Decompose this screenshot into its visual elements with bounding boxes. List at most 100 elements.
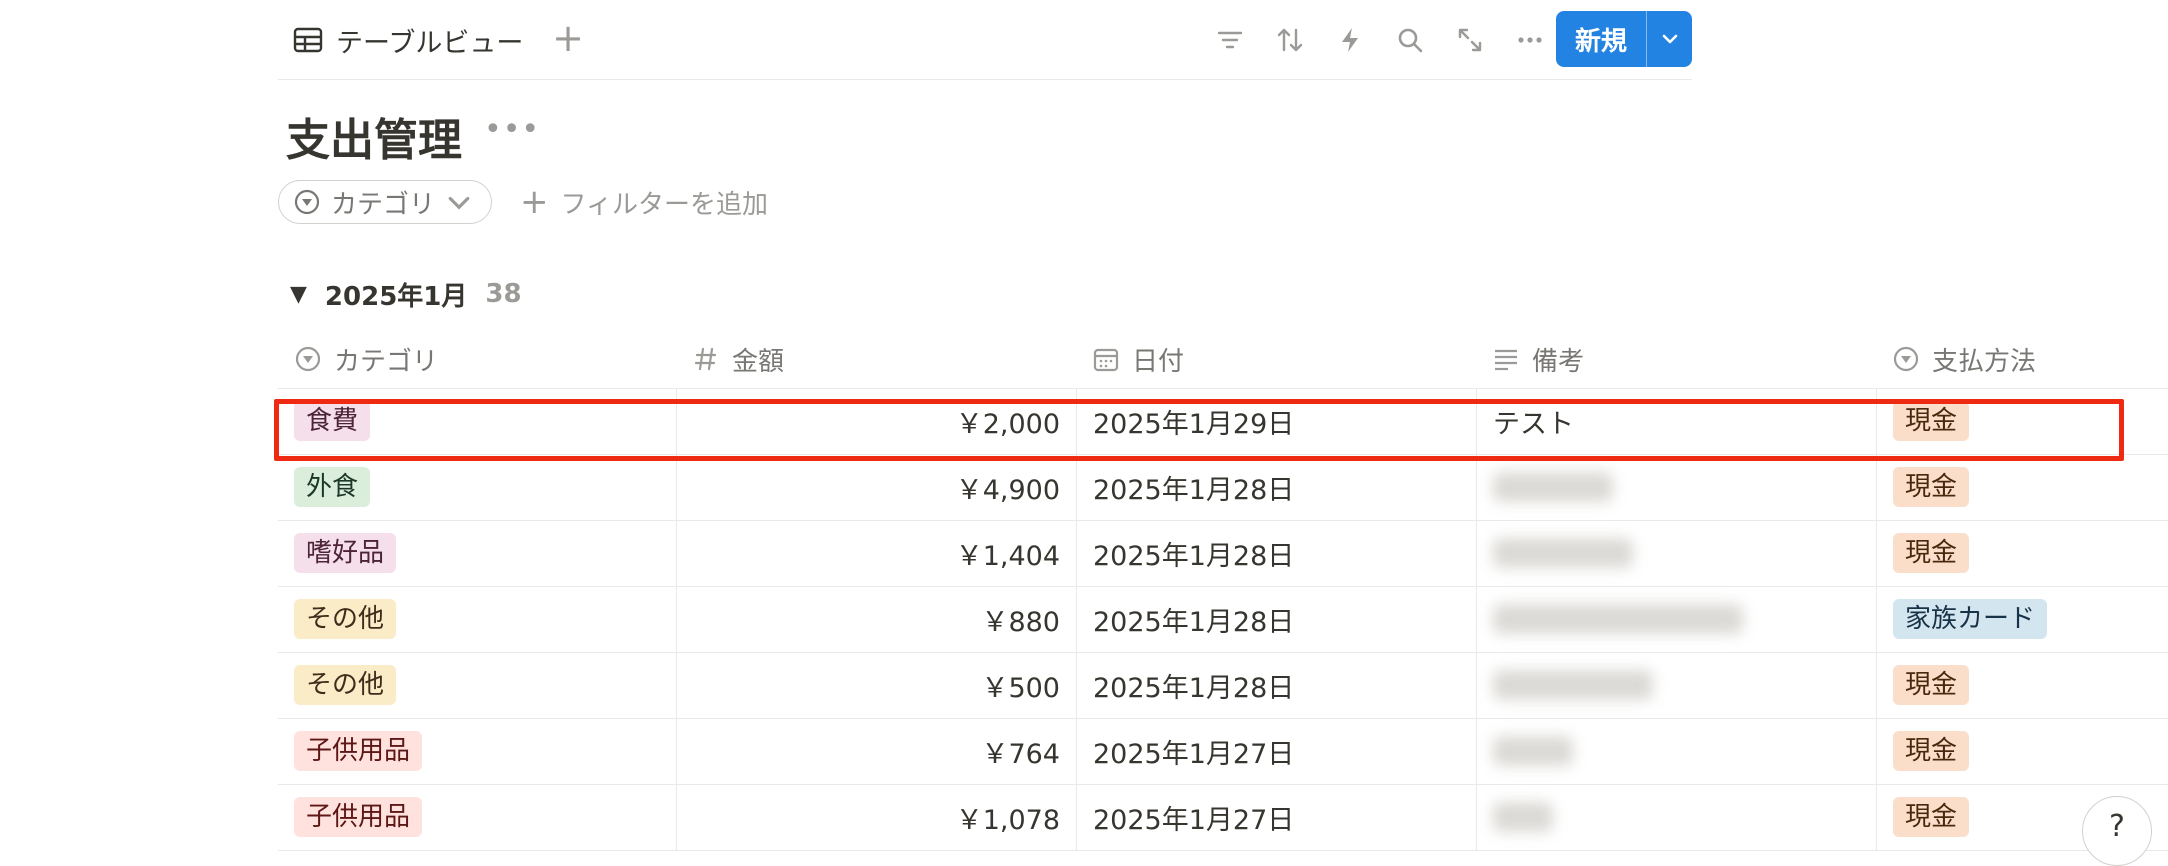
amount-cell[interactable]: ￥1,404 <box>676 520 1076 586</box>
redacted-note <box>1493 670 1653 700</box>
note-cell[interactable] <box>1476 586 1876 652</box>
search-button[interactable] <box>1380 18 1440 62</box>
note-cell[interactable] <box>1476 454 1876 520</box>
date-value: 2025年1月27日 <box>1093 804 1295 836</box>
add-filter-label: フィルターを追加 <box>560 189 768 220</box>
collapse-triangle-icon[interactable]: ▼ <box>290 282 307 307</box>
date-value: 2025年1月28日 <box>1093 606 1295 638</box>
amount-value: ￥764 <box>981 738 1060 770</box>
amount-cell[interactable]: ￥500 <box>676 652 1076 718</box>
date-cell[interactable]: 2025年1月28日 <box>1076 586 1476 652</box>
new-dropdown-button[interactable] <box>1646 11 1692 67</box>
amount-value: ￥880 <box>981 606 1060 638</box>
sort-icon <box>1277 28 1303 52</box>
expand-icon <box>1458 28 1482 52</box>
amount-value: ￥500 <box>981 672 1060 704</box>
column-header-payment-method[interactable]: 支払方法 <box>1876 330 2168 388</box>
new-button[interactable]: 新規 <box>1556 11 1646 67</box>
payment-method-cell[interactable]: 現金 <box>1876 454 2168 520</box>
chevron-down-icon <box>1662 34 1677 44</box>
select-property-icon <box>294 189 320 215</box>
table-row[interactable]: その他 ￥500 2025年1月28日 現金 <box>278 652 2168 719</box>
category-cell[interactable]: 外食 <box>278 454 676 520</box>
add-view-button[interactable]: + <box>552 19 584 57</box>
payment-method-cell[interactable]: 現金 <box>1876 520 2168 586</box>
amount-value: ￥1,404 <box>955 540 1060 572</box>
amount-cell[interactable]: ￥4,900 <box>676 454 1076 520</box>
expand-button[interactable] <box>1440 18 1500 62</box>
view-tab[interactable]: テーブルビュー <box>292 18 523 62</box>
amount-value: ￥4,900 <box>955 474 1060 506</box>
payment-method-cell[interactable]: 現金 <box>1876 718 2168 784</box>
category-tag: 子供用品 <box>294 731 423 771</box>
payment-method-tag: 現金 <box>1893 467 1970 507</box>
column-header-category[interactable]: カテゴリ <box>278 330 676 388</box>
more-button[interactable] <box>1500 18 1560 62</box>
table-row[interactable]: 外食 ￥4,900 2025年1月28日 現金 <box>278 454 2168 521</box>
category-tag: 子供用品 <box>294 797 423 837</box>
date-cell[interactable]: 2025年1月28日 <box>1076 652 1476 718</box>
plus-icon: + <box>520 182 549 222</box>
new-button-group: 新規 <box>1556 11 1692 67</box>
category-cell[interactable]: 嗜好品 <box>278 520 676 586</box>
category-tag: その他 <box>294 599 397 639</box>
date-cell[interactable]: 2025年1月27日 <box>1076 718 1476 784</box>
column-header-note[interactable]: 備考 <box>1476 330 1876 388</box>
payment-method-cell[interactable]: 家族カード <box>1876 586 2168 652</box>
help-icon: ? <box>2109 809 2125 844</box>
amount-cell[interactable]: ￥764 <box>676 718 1076 784</box>
chip-label: カテゴリ <box>331 189 436 220</box>
note-cell[interactable] <box>1476 718 1876 784</box>
date-cell[interactable]: 2025年1月28日 <box>1076 520 1476 586</box>
number-property-icon <box>694 347 717 371</box>
lightning-icon <box>1342 28 1358 52</box>
date-value: 2025年1月28日 <box>1093 672 1295 704</box>
note-cell[interactable] <box>1476 784 1876 850</box>
filter-button[interactable] <box>1200 18 1260 62</box>
category-filter-chip[interactable]: カテゴリ <box>278 180 493 224</box>
group-header[interactable]: ▼ 2025年1月 38 <box>290 274 522 314</box>
category-cell[interactable]: その他 <box>278 586 676 652</box>
column-header-date[interactable]: 日付 <box>1076 330 1476 388</box>
table-header-row: カテゴリ 金額 日付 備考 支払方法 <box>278 330 2168 389</box>
column-label: 支払方法 <box>1932 346 2037 377</box>
page-title: 支出管理 <box>286 115 462 166</box>
date-cell[interactable]: 2025年1月28日 <box>1076 454 1476 520</box>
payment-method-tag: 現金 <box>1893 533 1970 573</box>
more-icon: ••• <box>484 112 541 147</box>
amount-cell[interactable]: ￥1,078 <box>676 784 1076 850</box>
highlight-box <box>274 399 2124 461</box>
redacted-note <box>1493 604 1743 634</box>
payment-method-cell[interactable]: 現金 <box>1876 652 2168 718</box>
select-property-icon <box>1893 346 1919 372</box>
category-cell[interactable]: 子供用品 <box>278 718 676 784</box>
sort-button[interactable] <box>1260 18 1320 62</box>
column-label: 備考 <box>1532 346 1585 377</box>
amount-value: ￥1,078 <box>955 804 1060 836</box>
title-more-button[interactable]: ••• <box>484 112 540 147</box>
table-row[interactable]: 嗜好品 ￥1,404 2025年1月28日 現金 <box>278 520 2168 587</box>
table-row[interactable]: 子供用品 ￥1,078 2025年1月27日 現金 <box>278 784 2168 851</box>
category-cell[interactable]: 子供用品 <box>278 784 676 850</box>
table-row[interactable]: 子供用品 ￥764 2025年1月27日 現金 <box>278 718 2168 785</box>
table-row[interactable]: その他 ￥880 2025年1月28日 家族カード <box>278 586 2168 653</box>
payment-method-tag: 現金 <box>1893 797 1970 837</box>
note-cell[interactable] <box>1476 520 1876 586</box>
plus-icon: + <box>552 16 584 60</box>
column-header-amount[interactable]: 金額 <box>676 330 1076 388</box>
payment-method-tag: 現金 <box>1893 731 1970 771</box>
date-value: 2025年1月28日 <box>1093 474 1295 506</box>
add-filter-button[interactable]: + フィルターを追加 <box>520 180 768 224</box>
date-cell[interactable]: 2025年1月27日 <box>1076 784 1476 850</box>
redacted-note <box>1493 802 1553 832</box>
payment-method-tag: 現金 <box>1893 665 1970 705</box>
table-icon <box>293 27 323 53</box>
help-button[interactable]: ? <box>2082 796 2152 866</box>
category-cell[interactable]: その他 <box>278 652 676 718</box>
category-tag: 外食 <box>294 467 371 507</box>
amount-cell[interactable]: ￥880 <box>676 586 1076 652</box>
date-value: 2025年1月28日 <box>1093 540 1295 572</box>
automation-button[interactable] <box>1320 18 1380 62</box>
note-cell[interactable] <box>1476 652 1876 718</box>
calendar-icon <box>1093 348 1119 372</box>
